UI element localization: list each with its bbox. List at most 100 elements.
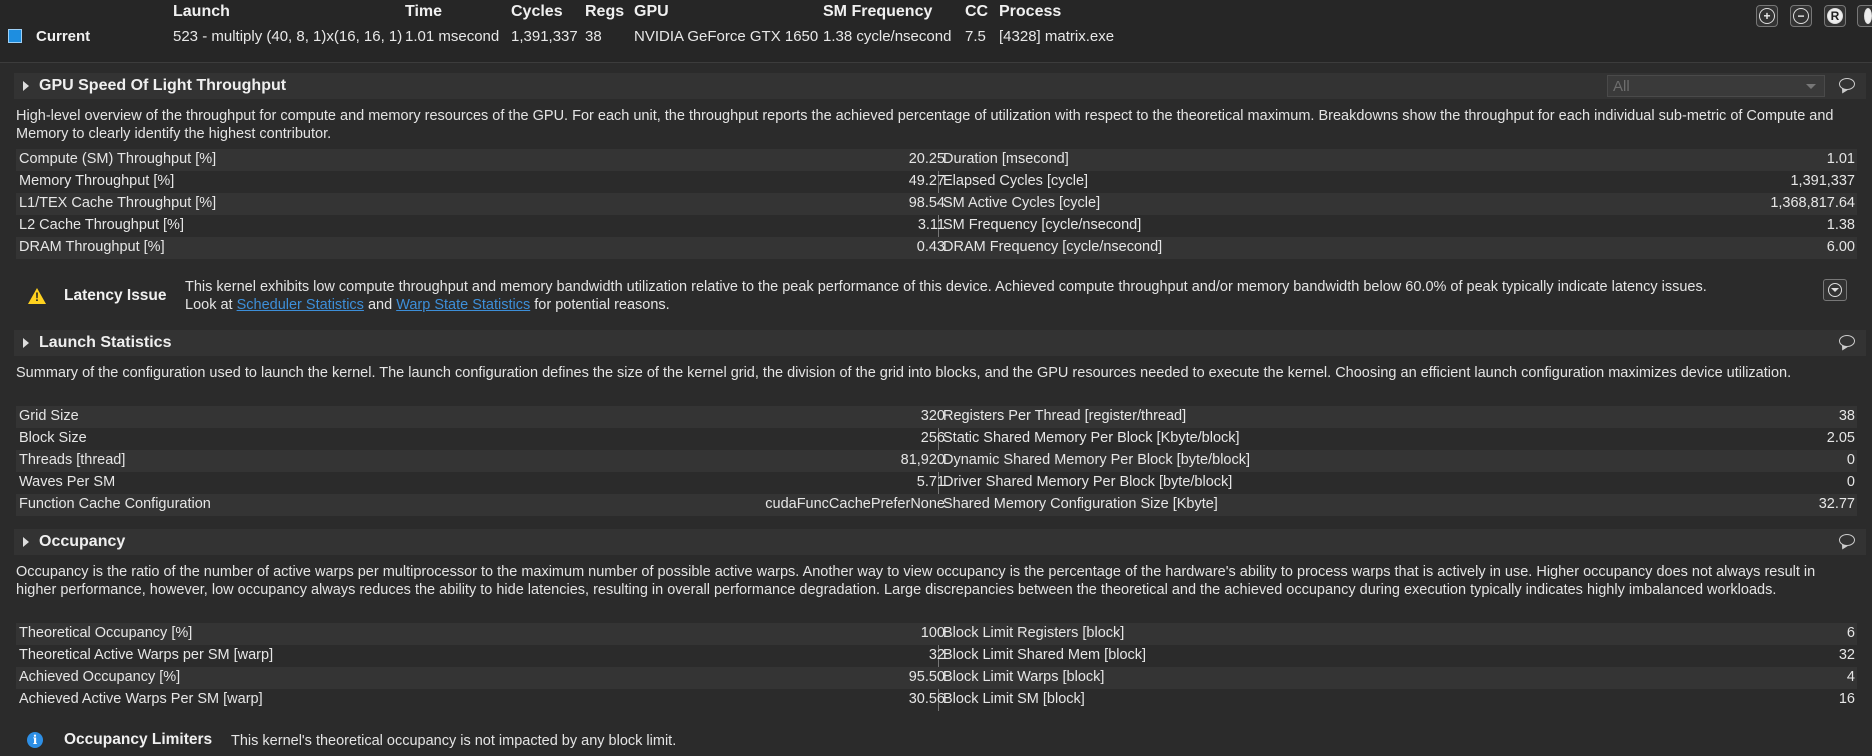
section-description: High-level overview of the throughput fo… [16,108,1834,142]
occupancy-limiters-recommendation: i Occupancy Limiters This kernel's theor… [16,728,1857,754]
issue-title: Latency Issue [64,287,167,304]
table-row: L2 Cache Throughput [%] 3.11 SM Frequenc… [16,215,1857,237]
header-time-value: 1.01 msecond [405,28,500,45]
metric-value: 49.27 [908,173,945,189]
metric-name: SM Active Cycles [cycle] [943,195,1101,211]
metric-value: 0.43 [916,239,945,255]
section-description: Occupancy is the ratio of the number of … [16,564,1816,598]
metric-value: cudaFuncCachePreferNone [765,496,945,512]
expand-triangle-icon [23,338,29,348]
chevron-down-circle-icon [1828,283,1842,297]
warp-state-statistics-link[interactable]: Warp State Statistics [396,297,530,313]
metric-filter-dropdown[interactable]: All [1607,75,1825,97]
issue-text: for potential reasons. [530,297,670,313]
header-cc-value: 7.5 [965,28,986,45]
header-cc-label: CC [965,3,989,20]
info-icon [1864,8,1872,24]
table-row: Achieved Occupancy [%] 95.50 Block Limit… [16,667,1857,689]
metric-value: 16 [1838,691,1855,707]
metrics-table-launch: Grid Size 320 Registers Per Thread [regi… [16,406,1857,516]
issue-text: and [363,297,397,313]
metric-value: 256 [920,430,945,446]
metric-value: 1.01 [1826,151,1855,167]
table-row: Waves Per SM 5.71 Driver Shared Memory P… [16,472,1857,494]
section-header-occupancy[interactable]: Occupancy [14,529,1866,555]
metric-name: Static Shared Memory Per Block [Kbyte/bl… [943,430,1240,446]
remove-baseline-button[interactable]: − [1790,5,1812,27]
metric-value: 30.56 [908,691,945,707]
reset-icon: R [1827,8,1843,24]
metric-name: SM Frequency [cycle/nsecond] [943,217,1142,233]
header-sm-frequency-value: 1.38 cycle/nsecond [823,28,952,45]
metric-name: Waves Per SM [19,474,116,490]
metric-value: 320 [920,408,945,424]
issue-text: Look at [185,297,237,313]
table-row: Threads [thread] 81,920 Dynamic Shared M… [16,450,1857,472]
metric-value: 4 [1846,669,1855,685]
metric-name: Block Limit Registers [block] [943,625,1125,641]
add-baseline-button[interactable]: + [1756,5,1778,27]
metric-value: 0 [1846,474,1855,490]
current-color-swatch [8,29,22,43]
metric-name: DRAM Throughput [%] [19,239,165,255]
dropdown-value: All [1613,78,1630,95]
table-row: Grid Size 320 Registers Per Thread [regi… [16,406,1857,428]
metric-name: Memory Throughput [%] [19,173,175,189]
header-launch-value[interactable]: 523 - multiply (40, 8, 1)x(16, 16, 1) [173,28,402,45]
table-row: Achieved Active Warps Per SM [warp] 30.5… [16,689,1857,711]
metric-name: Function Cache Configuration [19,496,211,512]
section-title: GPU Speed Of Light Throughput [39,77,287,94]
info-button[interactable] [1857,5,1872,27]
comment-bubble-icon[interactable] [1839,534,1855,546]
result-header: Launch Time Cycles Regs GPU SM Frequency… [0,0,1872,62]
table-row: Theoretical Active Warps per SM [warp] 3… [16,645,1857,667]
metric-value: 6.00 [1826,239,1855,255]
metric-value: 6 [1846,625,1855,641]
comment-bubble-icon[interactable] [1839,335,1855,347]
metric-value: 2.05 [1826,430,1855,446]
section-header-gpu-speed-of-light[interactable]: GPU Speed Of Light Throughput [14,73,1866,99]
header-regs-label: Regs [585,3,625,20]
latency-issue-recommendation: Latency Issue This kernel exhibits low c… [16,276,1857,316]
header-gpu-value: NVIDIA GeForce GTX 1650 [634,28,819,45]
header-gpu-label: GPU [634,3,669,20]
metric-value: 20.25 [908,151,945,167]
metric-name: Compute (SM) Throughput [%] [19,151,217,167]
metric-value: 32 [1838,647,1855,663]
metric-value: 38 [1838,408,1855,424]
minus-icon: − [1793,8,1809,24]
table-row: Memory Throughput [%] 49.27 Elapsed Cycl… [16,171,1857,193]
metric-value: 98.54 [908,195,945,211]
scheduler-statistics-link[interactable]: Scheduler Statistics [237,297,364,313]
metric-name: Shared Memory Configuration Size [Kbyte] [943,496,1218,512]
metrics-table-occupancy: Theoretical Occupancy [%] 100 Block Limi… [16,623,1857,711]
metric-name: DRAM Frequency [cycle/nsecond] [943,239,1163,255]
header-sm-frequency-label: SM Frequency [823,3,933,20]
reset-button[interactable]: R [1824,5,1846,27]
metric-value: 1.38 [1826,217,1855,233]
header-time-label: Time [405,3,443,20]
expand-triangle-icon [23,537,29,547]
metric-name: Block Limit Shared Mem [block] [943,647,1147,663]
header-process-label: Process [999,3,1062,20]
header-regs-value: 38 [585,28,602,45]
metric-name: Grid Size [19,408,79,424]
info-icon: i [27,732,43,748]
header-cycles-value: 1,391,337 [511,28,578,45]
table-row: Theoretical Occupancy [%] 100 Block Limi… [16,623,1857,645]
issue-body: This kernel exhibits low compute through… [185,278,1805,314]
metric-name: Dynamic Shared Memory Per Block [byte/bl… [943,452,1251,468]
chevron-down-icon [1806,84,1816,89]
metric-name: Block Size [19,430,87,446]
table-row: Block Size 256 Static Shared Memory Per … [16,428,1857,450]
issue-title: Occupancy Limiters [64,731,213,748]
metric-name: L1/TEX Cache Throughput [%] [19,195,217,211]
table-row: Compute (SM) Throughput [%] 20.25 Durati… [16,149,1857,171]
metric-name: Elapsed Cycles [cycle] [943,173,1089,189]
expand-recommendation-button[interactable] [1823,279,1847,301]
header-divider [0,62,1872,63]
comment-bubble-icon[interactable] [1839,78,1855,90]
section-header-launch-statistics[interactable]: Launch Statistics [14,330,1866,356]
metric-name: Theoretical Active Warps per SM [warp] [19,647,274,663]
metric-value: 100 [920,625,945,641]
